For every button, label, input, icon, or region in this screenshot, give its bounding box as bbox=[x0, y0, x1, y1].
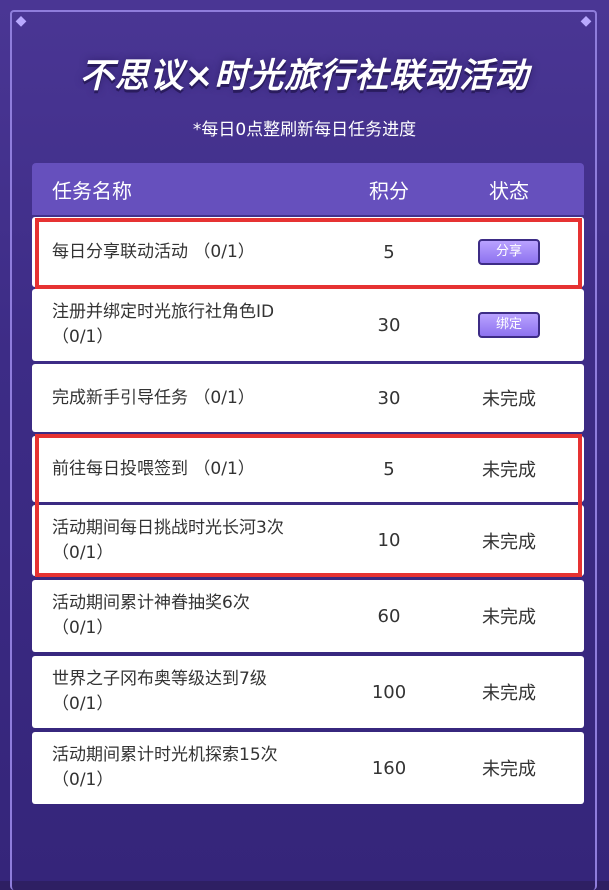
task-status: 未完成 bbox=[482, 531, 536, 553]
corner-ornament-icon: ◆ bbox=[580, 13, 592, 29]
table-row: 完成新手引导任务 （0/1） 30 未完成 bbox=[32, 364, 584, 432]
table-row: 世界之子冈布奥等级达到7级 （0/1） 100 未完成 bbox=[32, 656, 584, 728]
page-title: 不思议×时光旅行社联动活动 bbox=[79, 56, 530, 96]
table-row: 活动期间累计时光机探索15次 （0/1） 160 未完成 bbox=[32, 732, 584, 804]
task-name: 活动期间累计神眷抽奖6次 （0/1） bbox=[52, 593, 250, 638]
task-status: 未完成 bbox=[482, 389, 536, 410]
task-score: 60 bbox=[377, 605, 401, 627]
share-button[interactable]: 分享 bbox=[478, 239, 540, 265]
task-name: 前往每日投喂签到 （0/1） bbox=[52, 458, 255, 479]
task-score: 30 bbox=[377, 387, 401, 409]
task-status: 未完成 bbox=[482, 759, 536, 780]
table-header: 任务名称 积分 状态 bbox=[32, 163, 584, 215]
task-table: 任务名称 积分 状态 bbox=[32, 163, 584, 215]
task-name: 完成新手引导任务 （0/1） bbox=[52, 387, 255, 408]
header-task-name: 任务名称 bbox=[52, 178, 132, 203]
table-row: 前往每日投喂签到 （0/1） 5 未完成 bbox=[32, 436, 584, 502]
task-score: 5 bbox=[383, 241, 395, 263]
task-status: 未完成 bbox=[482, 683, 536, 704]
task-name: 活动期间每日挑战时光长河3次 （0/1） bbox=[52, 517, 284, 563]
task-status: 分享 bbox=[434, 239, 584, 265]
task-status: 绑定 bbox=[434, 312, 584, 338]
task-score: 10 bbox=[377, 530, 401, 551]
table-row: 活动期间每日挑战时光长河3次 （0/1） 10 未完成 bbox=[32, 505, 584, 576]
task-status: 未完成 bbox=[482, 607, 536, 628]
table-row: 注册并绑定时光旅行社角色ID （0/1） 30 绑定 bbox=[32, 289, 584, 361]
table-row: 每日分享联动活动 （0/1） 5 分享 bbox=[32, 217, 584, 287]
bind-button[interactable]: 绑定 bbox=[478, 312, 540, 338]
task-status: 未完成 bbox=[482, 460, 536, 481]
task-score: 5 bbox=[383, 458, 395, 480]
task-name: 活动期间累计时光机探索15次 （0/1） bbox=[52, 745, 278, 790]
task-name: 世界之子冈布奥等级达到7级 （0/1） bbox=[52, 669, 267, 714]
table-row: 活动期间累计神眷抽奖6次 （0/1） 60 未完成 bbox=[32, 580, 584, 652]
task-score: 160 bbox=[371, 757, 407, 779]
task-name: 注册并绑定时光旅行社角色ID （0/1） bbox=[52, 302, 275, 347]
task-score: 30 bbox=[377, 314, 401, 336]
header-score: 积分 bbox=[369, 178, 409, 203]
refresh-note: *每日0点整刷新每日任务进度 bbox=[192, 120, 417, 140]
task-name: 每日分享联动活动 （0/1） bbox=[52, 241, 255, 262]
task-score: 100 bbox=[371, 681, 407, 703]
corner-ornament-icon: ◆ bbox=[15, 13, 27, 29]
header-status: 状态 bbox=[489, 178, 529, 203]
